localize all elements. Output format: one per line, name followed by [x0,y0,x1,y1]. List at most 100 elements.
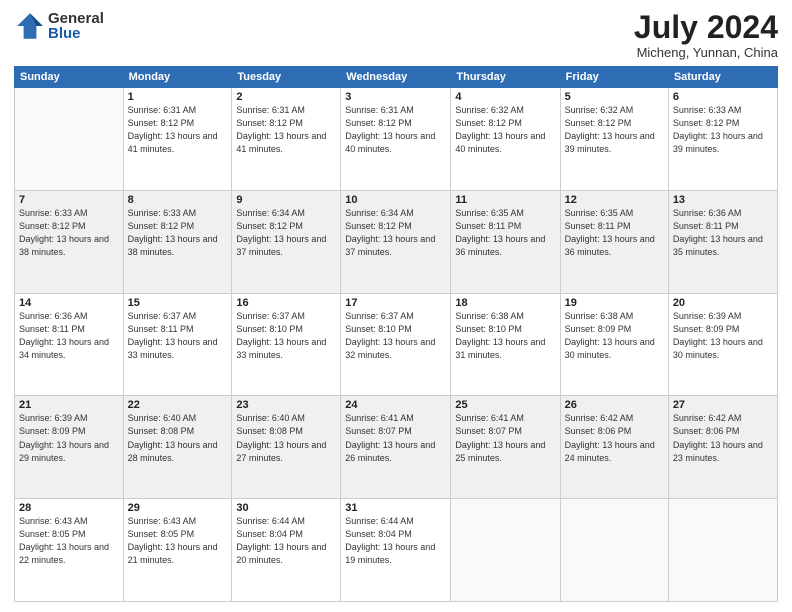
day-info: Sunrise: 6:32 AM Sunset: 8:12 PM Dayligh… [455,104,555,156]
day-info: Sunrise: 6:43 AM Sunset: 8:05 PM Dayligh… [128,515,228,567]
calendar-cell: 4Sunrise: 6:32 AM Sunset: 8:12 PM Daylig… [451,88,560,191]
logo-text: General Blue [48,11,104,41]
day-info: Sunrise: 6:40 AM Sunset: 8:08 PM Dayligh… [236,412,336,464]
calendar-cell: 29Sunrise: 6:43 AM Sunset: 8:05 PM Dayli… [123,499,232,602]
calendar-cell: 9Sunrise: 6:34 AM Sunset: 8:12 PM Daylig… [232,190,341,293]
day-info: Sunrise: 6:34 AM Sunset: 8:12 PM Dayligh… [236,207,336,259]
calendar-cell [15,88,124,191]
col-monday: Monday [123,67,232,88]
calendar-cell [451,499,560,602]
day-info: Sunrise: 6:36 AM Sunset: 8:11 PM Dayligh… [19,310,119,362]
calendar-cell: 16Sunrise: 6:37 AM Sunset: 8:10 PM Dayli… [232,293,341,396]
logo: General Blue [14,10,104,42]
calendar-cell: 6Sunrise: 6:33 AM Sunset: 8:12 PM Daylig… [668,88,777,191]
day-info: Sunrise: 6:31 AM Sunset: 8:12 PM Dayligh… [345,104,446,156]
col-sunday: Sunday [15,67,124,88]
calendar-cell: 3Sunrise: 6:31 AM Sunset: 8:12 PM Daylig… [341,88,451,191]
location: Micheng, Yunnan, China [634,45,778,60]
day-number: 29 [128,502,228,514]
page: General Blue July 2024 Micheng, Yunnan, … [0,0,792,612]
calendar-cell [668,499,777,602]
day-number: 3 [345,91,446,103]
calendar-cell: 20Sunrise: 6:39 AM Sunset: 8:09 PM Dayli… [668,293,777,396]
day-number: 12 [565,194,664,206]
calendar-week-row: 14Sunrise: 6:36 AM Sunset: 8:11 PM Dayli… [15,293,778,396]
day-number: 26 [565,399,664,411]
calendar-cell: 21Sunrise: 6:39 AM Sunset: 8:09 PM Dayli… [15,396,124,499]
calendar-week-row: 28 Sunrise: 6:43 AM Sunset: 8:05 PM Dayli… [15,499,778,602]
day-number: 10 [345,194,446,206]
col-friday: Friday [560,67,668,88]
calendar-cell: 13Sunrise: 6:36 AM Sunset: 8:11 PM Dayli… [668,190,777,293]
day-info: Sunrise: 6:44 AM Sunset: 8:04 PM Dayligh… [345,515,446,567]
day-info: Sunrise: 6:42 AM Sunset: 8:06 PM Dayligh… [565,412,664,464]
calendar-week-row: 7 Sunrise: 6:33 AM Sunset: 8:12 PM Daylig… [15,190,778,293]
logo-blue-text: Blue [48,26,104,41]
calendar-cell: 23Sunrise: 6:40 AM Sunset: 8:08 PM Dayli… [232,396,341,499]
calendar-cell: 7Sunrise: 6:33 AM Sunset: 8:12 PM Daylig… [15,190,124,293]
col-saturday: Saturday [668,67,777,88]
col-tuesday: Tuesday [232,67,341,88]
day-number: 20 [673,297,773,309]
day-number: 31 [345,502,446,514]
col-thursday: Thursday [451,67,560,88]
day-info: Sunrise: 6:37 AM Sunset: 8:10 PM Dayligh… [345,310,446,362]
day-info: Sunrise: 6:33 AM Sunset: 8:12 PM Dayligh… [128,207,228,259]
day-number: 25 [455,399,555,411]
day-number: 16 [236,297,336,309]
calendar-cell [560,499,668,602]
calendar-cell: 22Sunrise: 6:40 AM Sunset: 8:08 PM Dayli… [123,396,232,499]
day-number: 19 [565,297,664,309]
day-number: 6 [673,91,773,103]
day-number: 8 [128,194,228,206]
col-wednesday: Wednesday [341,67,451,88]
calendar-cell: 31Sunrise: 6:44 AM Sunset: 8:04 PM Dayli… [341,499,451,602]
day-number: 18 [455,297,555,309]
day-number: 7 [19,194,119,206]
day-info: Sunrise: 6:35 AM Sunset: 8:11 PM Dayligh… [565,207,664,259]
day-number: 13 [673,194,773,206]
day-number: 22 [128,399,228,411]
day-number: 14 [19,297,119,309]
day-info: Sunrise: 6:39 AM Sunset: 8:09 PM Dayligh… [673,310,773,362]
calendar: Sunday Monday Tuesday Wednesday Thursday… [14,66,778,602]
day-number: 9 [236,194,336,206]
calendar-cell: 2Sunrise: 6:31 AM Sunset: 8:12 PM Daylig… [232,88,341,191]
day-number: 11 [455,194,555,206]
calendar-cell: 8Sunrise: 6:33 AM Sunset: 8:12 PM Daylig… [123,190,232,293]
calendar-cell: 12Sunrise: 6:35 AM Sunset: 8:11 PM Dayli… [560,190,668,293]
day-info: Sunrise: 6:39 AM Sunset: 8:09 PM Dayligh… [19,412,119,464]
logo-general-text: General [48,11,104,26]
day-number: 15 [128,297,228,309]
header: General Blue July 2024 Micheng, Yunnan, … [14,10,778,60]
day-number: 28 [19,502,119,514]
calendar-cell: 27Sunrise: 6:42 AM Sunset: 8:06 PM Dayli… [668,396,777,499]
calendar-cell: 24Sunrise: 6:41 AM Sunset: 8:07 PM Dayli… [341,396,451,499]
calendar-week-row: 1Sunrise: 6:31 AM Sunset: 8:12 PM Daylig… [15,88,778,191]
day-number: 1 [128,91,228,103]
calendar-cell: 25Sunrise: 6:41 AM Sunset: 8:07 PM Dayli… [451,396,560,499]
day-info: Sunrise: 6:37 AM Sunset: 8:10 PM Dayligh… [236,310,336,362]
calendar-cell: 18Sunrise: 6:38 AM Sunset: 8:10 PM Dayli… [451,293,560,396]
calendar-header-row: Sunday Monday Tuesday Wednesday Thursday… [15,67,778,88]
calendar-cell: 11Sunrise: 6:35 AM Sunset: 8:11 PM Dayli… [451,190,560,293]
calendar-cell: 14Sunrise: 6:36 AM Sunset: 8:11 PM Dayli… [15,293,124,396]
day-number: 21 [19,399,119,411]
calendar-cell: 19Sunrise: 6:38 AM Sunset: 8:09 PM Dayli… [560,293,668,396]
day-info: Sunrise: 6:44 AM Sunset: 8:04 PM Dayligh… [236,515,336,567]
day-info: Sunrise: 6:40 AM Sunset: 8:08 PM Dayligh… [128,412,228,464]
calendar-cell: 17Sunrise: 6:37 AM Sunset: 8:10 PM Dayli… [341,293,451,396]
calendar-cell: 1Sunrise: 6:31 AM Sunset: 8:12 PM Daylig… [123,88,232,191]
day-info: Sunrise: 6:37 AM Sunset: 8:11 PM Dayligh… [128,310,228,362]
day-info: Sunrise: 6:33 AM Sunset: 8:12 PM Dayligh… [673,104,773,156]
day-number: 24 [345,399,446,411]
month-title: July 2024 [634,10,778,45]
calendar-week-row: 21Sunrise: 6:39 AM Sunset: 8:09 PM Dayli… [15,396,778,499]
day-info: Sunrise: 6:34 AM Sunset: 8:12 PM Dayligh… [345,207,446,259]
day-info: Sunrise: 6:38 AM Sunset: 8:09 PM Dayligh… [565,310,664,362]
logo-icon [14,10,46,42]
day-info: Sunrise: 6:36 AM Sunset: 8:11 PM Dayligh… [673,207,773,259]
day-info: Sunrise: 6:31 AM Sunset: 8:12 PM Dayligh… [128,104,228,156]
day-number: 27 [673,399,773,411]
day-info: Sunrise: 6:42 AM Sunset: 8:06 PM Dayligh… [673,412,773,464]
